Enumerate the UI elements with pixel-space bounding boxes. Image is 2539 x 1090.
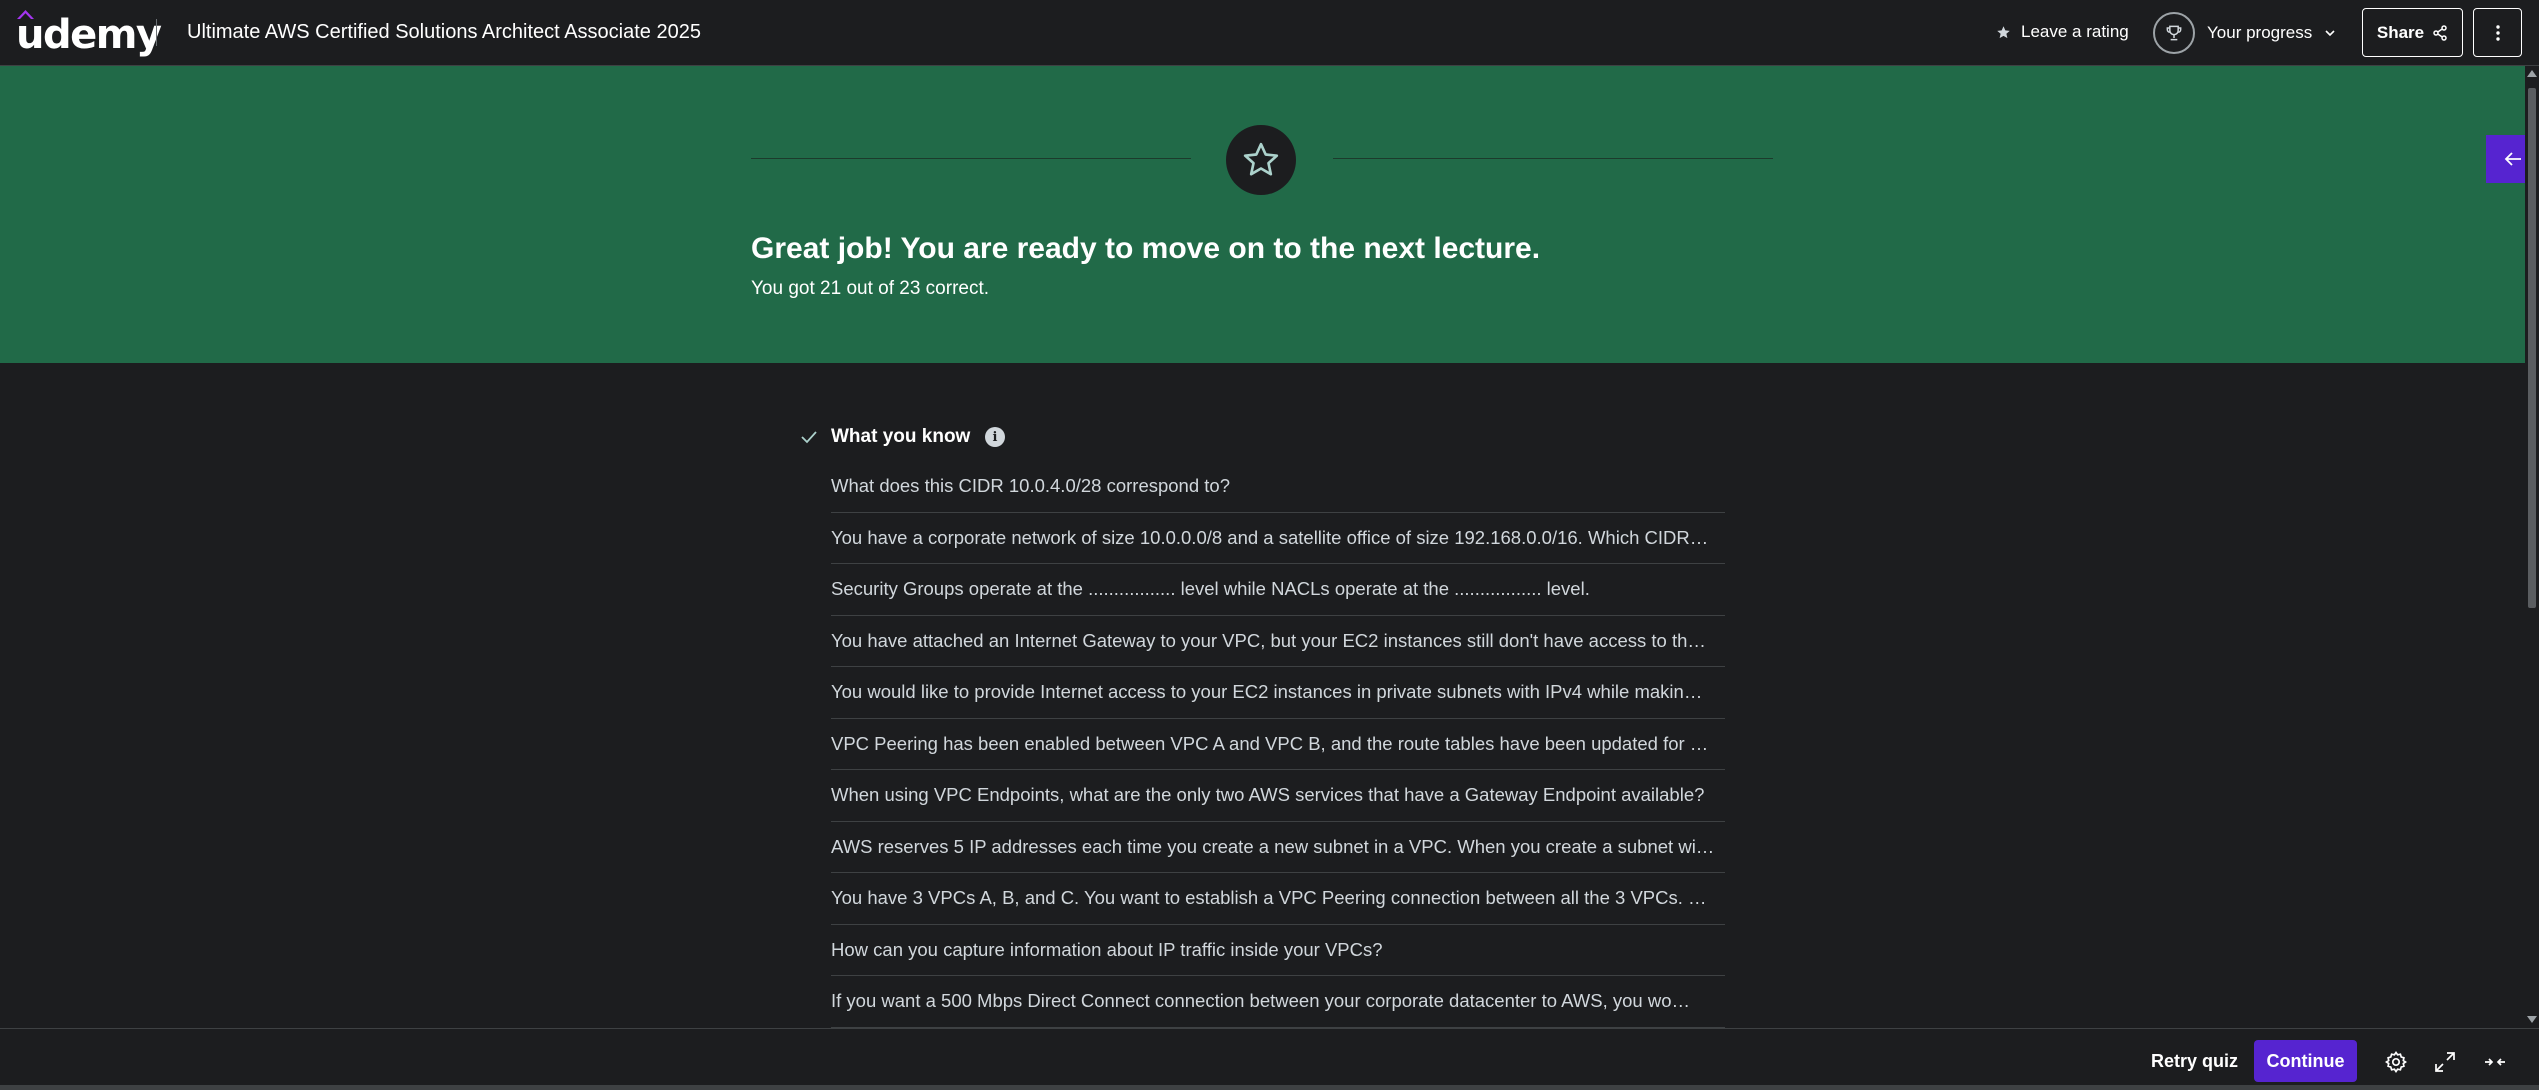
question-item[interactable]: How can you capture information about IP… [831, 925, 1725, 976]
fullscreen-button[interactable] [2432, 1049, 2458, 1075]
logo-text: udemy [16, 12, 162, 58]
question-text: You have 3 VPCs A, B, and C. You want to… [831, 887, 1707, 909]
quiz-result-banner: Great job! You are ready to move on to t… [0, 66, 2525, 363]
header-divider [156, 19, 157, 46]
question-item[interactable]: You have a corporate network of size 10.… [831, 513, 1725, 564]
question-text: What does this CIDR 10.0.4.0/28 correspo… [831, 475, 1230, 497]
divider-left [751, 158, 1191, 159]
question-list: What does this CIDR 10.0.4.0/28 correspo… [831, 461, 1725, 1028]
question-text: You have a corporate network of size 10.… [831, 526, 1709, 548]
arrow-left-icon [2504, 152, 2521, 166]
settings-icon [2384, 1051, 2408, 1073]
question-item[interactable]: You have 3 VPCs A, B, and C. You want to… [831, 873, 1725, 925]
more-options-button[interactable] [2473, 8, 2522, 57]
question-text: If you want a 500 Mbps Direct Connect co… [831, 990, 1691, 1012]
question-item[interactable]: VPC Peering has been enabled between VPC… [831, 719, 1725, 770]
retry-quiz-button[interactable]: Retry quiz [2143, 1041, 2246, 1081]
question-text: How can you capture information about IP… [831, 938, 1383, 960]
fullscreen-icon [2435, 1052, 2455, 1072]
your-progress-button[interactable]: Your progress [2153, 12, 2336, 54]
scrollbar-thumb[interactable] [2528, 88, 2536, 608]
divider-right [1333, 158, 1773, 159]
question-text: You have attached an Internet Gateway to… [831, 629, 1706, 651]
share-icon [2433, 24, 2447, 41]
more-vertical-icon [2495, 24, 2500, 41]
star-icon [1997, 25, 2010, 38]
udemy-logo[interactable]: udemy [16, 6, 162, 58]
question-text: When using VPC Endpoints, what are the o… [831, 784, 1705, 806]
question-item[interactable]: Security Groups operate at the .........… [831, 564, 1725, 616]
question-item[interactable]: You have attached an Internet Gateway to… [831, 616, 1725, 667]
what-you-know-title: What you know [831, 426, 971, 447]
collapse-button[interactable] [2482, 1049, 2508, 1075]
info-icon[interactable]: i [985, 427, 1005, 447]
question-text: AWS reserves 5 IP addresses each time yo… [831, 835, 1715, 857]
scroll-up-arrow[interactable] [2527, 70, 2537, 77]
leave-rating-button[interactable]: Leave a rating [1996, 19, 2129, 45]
question-item[interactable]: If you want a 500 Mbps Direct Connect co… [831, 976, 1725, 1028]
scroll-down-arrow[interactable] [2527, 1016, 2537, 1023]
result-score: You got 21 out of 23 correct. [751, 278, 990, 299]
star-badge [1226, 125, 1296, 195]
collapse-icon [2485, 1058, 2505, 1066]
continue-button[interactable]: Continue [2254, 1040, 2357, 1082]
quiz-footer: Retry quiz Continue [0, 1028, 2539, 1090]
question-item[interactable]: What does this CIDR 10.0.4.0/28 correspo… [831, 461, 1725, 513]
check-icon [801, 431, 817, 444]
progress-ring [2153, 12, 2195, 54]
settings-button[interactable] [2383, 1049, 2409, 1075]
course-title[interactable]: Ultimate AWS Certified Solutions Archite… [187, 19, 701, 45]
your-progress-label: Your progress [2207, 23, 2313, 42]
question-text: VPC Peering has been enabled between VPC… [831, 732, 1709, 754]
result-title: Great job! You are ready to move on to t… [751, 232, 1541, 265]
question-item[interactable]: You would like to provide Internet acces… [831, 667, 1725, 719]
question-text: Security Groups operate at the .........… [831, 578, 1590, 600]
question-item[interactable]: AWS reserves 5 IP addresses each time yo… [831, 822, 1725, 873]
star-icon [1243, 142, 1279, 176]
leave-rating-label: Leave a rating [2021, 22, 2129, 41]
question-item[interactable]: When using VPC Endpoints, what are the o… [831, 770, 1725, 822]
logo-mark-icon [17, 10, 34, 19]
question-text: You would like to provide Internet acces… [831, 681, 1703, 703]
share-label: Share [2376, 22, 2425, 42]
top-header: udemy Ultimate AWS Certified Solutions A… [0, 0, 2539, 66]
chevron-down-icon [2325, 30, 2335, 37]
bottom-border [0, 1085, 2539, 1090]
trophy-icon [2166, 25, 2182, 41]
share-button[interactable]: Share [2362, 8, 2463, 57]
